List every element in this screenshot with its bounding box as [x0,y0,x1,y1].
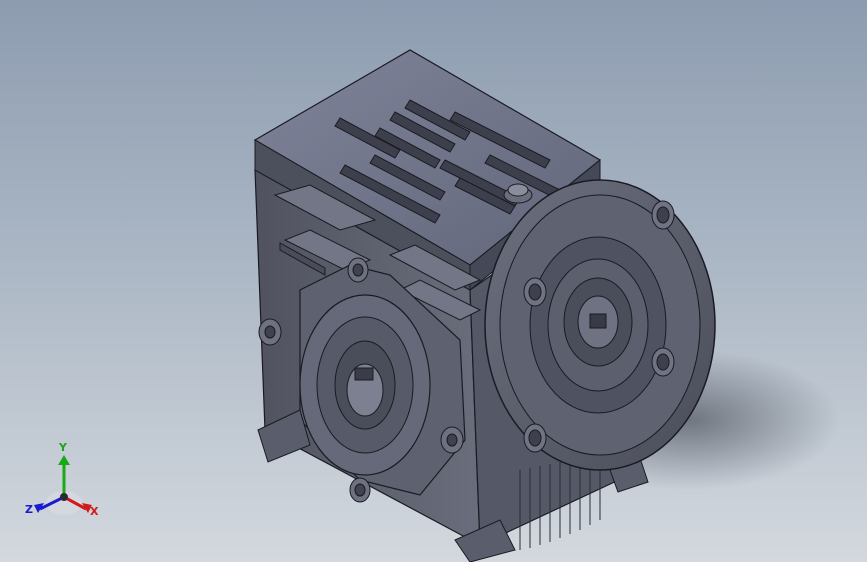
z-axis-label: Z [25,503,33,516]
motor-flange [484,179,716,471]
graphics-viewport[interactable]: Y X Z [0,0,867,562]
x-axis-label: X [90,505,99,518]
gearbox-model[interactable] [0,0,867,562]
triad-origin [60,493,68,501]
orientation-triad: Y X Z [22,441,112,525]
y-axis-arrow [58,455,70,465]
y-axis-label: Y [59,441,67,454]
